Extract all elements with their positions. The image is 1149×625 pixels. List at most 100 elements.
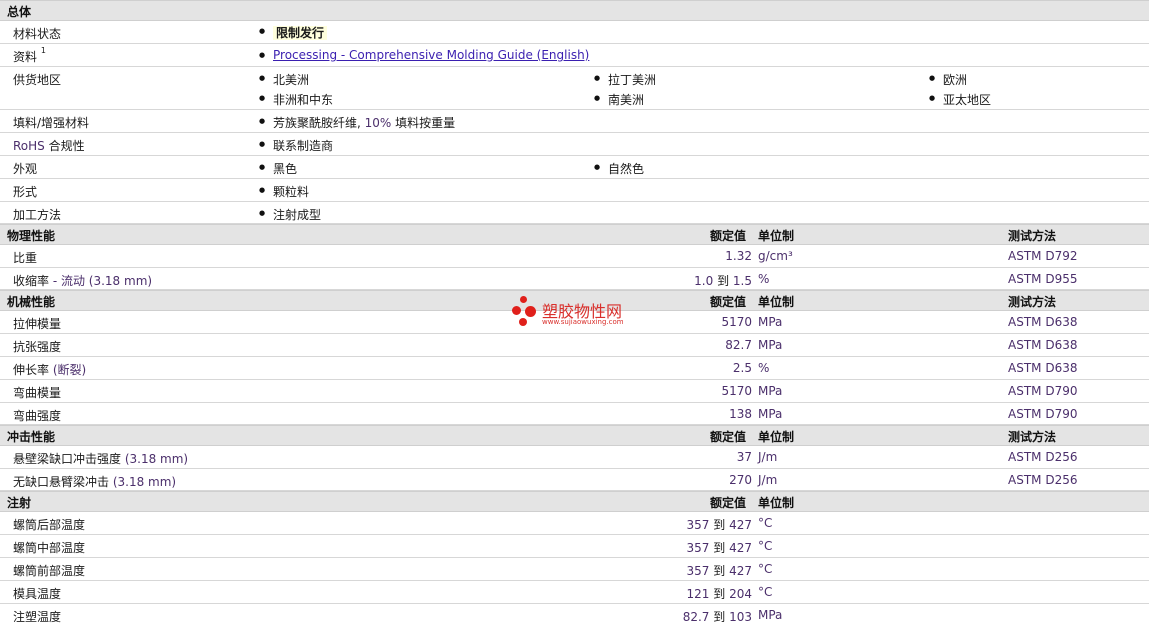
header-method: 测试方法 — [1008, 229, 1057, 243]
appearance-item: 黑色 — [259, 160, 297, 177]
table-row: 悬壁梁缺口冲击强度 (3.18 mm) 37 J/m ASTM D256 — [0, 446, 1149, 469]
header-method: 测试方法 — [1008, 295, 1057, 309]
row-unit: % — [758, 361, 770, 375]
row-unit: °C — [758, 585, 773, 599]
row-unit: J/m — [758, 473, 778, 487]
row-method: ASTM D790 — [1008, 407, 1078, 421]
row-method: ASTM D955 — [1008, 272, 1078, 286]
header-nominal: 额定值 — [710, 430, 747, 444]
logo-dot — [525, 306, 536, 317]
region-item: 欧洲 — [929, 71, 967, 88]
row-value: 82.7 到 103 — [682, 610, 752, 624]
region-item: 亚太地区 — [929, 91, 991, 108]
table-row: 抗张强度 82.7 MPa ASTM D638 — [0, 334, 1149, 357]
region-item: 拉丁美洲 — [594, 71, 656, 88]
literature-item: Processing - Comprehensive Molding Guide… — [259, 48, 589, 62]
section-title: 总体 — [7, 5, 32, 19]
row-label: 弯曲模量 — [13, 386, 62, 400]
row-label: 弯曲强度 — [13, 409, 62, 423]
row-unit: % — [758, 272, 770, 286]
row-method: ASTM D256 — [1008, 473, 1078, 487]
region-item: 北美洲 — [259, 71, 309, 88]
section-physical: 物理性能 额定值 单位制 测试方法 — [0, 224, 1149, 245]
logo-dot — [520, 296, 527, 303]
table-row: 伸长率 (断裂) 2.5 % ASTM D638 — [0, 357, 1149, 380]
appearance-item: 自然色 — [594, 160, 644, 177]
row-unit: °C — [758, 516, 773, 530]
table-row: 螺筒前部温度 357 到 427 °C — [0, 558, 1149, 581]
row-unit: J/m — [758, 450, 778, 464]
row-label: 模具温度 — [13, 587, 62, 601]
row-unit: MPa — [758, 608, 783, 622]
row-value: 82.7 — [725, 338, 752, 352]
row-label: 填料/增强材料 — [13, 116, 90, 130]
row-label: 螺筒前部温度 — [13, 564, 86, 578]
molding-guide-link[interactable]: Processing - Comprehensive Molding Guide… — [273, 48, 589, 62]
row-filler: 填料/增强材料 芳族聚酰胺纤维, 10% 填料按重量 — [0, 110, 1149, 133]
form-value: 颗粒料 — [259, 183, 309, 200]
region-item: 南美洲 — [594, 91, 644, 108]
row-method: ASTM D638 — [1008, 338, 1078, 352]
row-method: ASTM D638 — [1008, 315, 1078, 329]
row-value: 1.0 到 1.5 — [694, 274, 752, 288]
row-regions: 供货地区 北美洲 拉丁美洲 欧洲 非洲和中东 南美洲 亚太地区 — [0, 67, 1149, 110]
section-title: 机械性能 — [7, 295, 56, 309]
row-value: 138 — [729, 407, 752, 421]
table-row: 螺筒后部温度 357 到 427 °C — [0, 512, 1149, 535]
row-label: 无缺口悬臂梁冲击 (3.18 mm) — [13, 475, 177, 489]
rohs-value: 联系制造商 — [259, 137, 333, 154]
header-unit: 单位制 — [758, 496, 795, 510]
row-method: ASTM D790 — [1008, 384, 1078, 398]
row-unit: MPa — [758, 338, 783, 352]
row-value: 5170 — [721, 384, 752, 398]
row-label: 比重 — [13, 251, 38, 265]
row-unit: MPa — [758, 407, 783, 421]
row-method: ASTM D792 — [1008, 249, 1078, 263]
row-value: 5170 — [721, 315, 752, 329]
watermark-url: www.sujiaowuxing.com — [542, 318, 624, 326]
row-unit: MPa — [758, 315, 783, 329]
row-value: 2.5 — [732, 361, 752, 375]
row-unit: MPa — [758, 384, 783, 398]
row-material-status: 材料状态 限制发行 — [0, 21, 1149, 44]
row-label: 资料 1 — [13, 46, 46, 64]
header-unit: 单位制 — [758, 295, 795, 309]
row-value: 37 — [736, 450, 752, 464]
row-unit: °C — [758, 562, 773, 576]
table-row: 无缺口悬臂梁冲击 (3.18 mm) 270 J/m ASTM D256 — [0, 469, 1149, 491]
row-method: ASTM D638 — [1008, 361, 1078, 375]
row-label: 抗张强度 — [13, 340, 62, 354]
row-label: 悬壁梁缺口冲击强度 (3.18 mm) — [13, 452, 189, 466]
row-method: ASTM D256 — [1008, 450, 1078, 464]
table-row: 螺筒中部温度 357 到 427 °C — [0, 535, 1149, 558]
row-label: 加工方法 — [13, 208, 62, 222]
table-row: 注塑温度 82.7 到 103 MPa — [0, 604, 1149, 624]
row-unit: °C — [758, 539, 773, 553]
header-unit: 单位制 — [758, 430, 795, 444]
header-nominal: 额定值 — [710, 229, 747, 243]
watermark: 塑胶物性网 www.sujiaowuxing.com — [512, 292, 652, 332]
section-title: 物理性能 — [7, 229, 56, 243]
header-nominal: 额定值 — [710, 496, 747, 510]
row-label: 收缩率 - 流动 (3.18 mm) — [13, 274, 153, 288]
section-impact: 冲击性能 额定值 单位制 测试方法 — [0, 425, 1149, 446]
row-value: 357 到 427 — [686, 564, 752, 578]
section-title: 注射 — [7, 496, 32, 510]
row-label: 供货地区 — [13, 73, 62, 87]
row-appearance: 外观 黑色 自然色 — [0, 156, 1149, 179]
row-value: 1.32 — [725, 249, 752, 263]
row-value: 121 到 204 — [686, 587, 752, 601]
table-row: 收缩率 - 流动 (3.18 mm) 1.0 到 1.5 % ASTM D955 — [0, 268, 1149, 290]
header-nominal: 额定值 — [710, 295, 747, 309]
logo-dot — [512, 306, 521, 315]
row-label: 材料状态 — [13, 27, 62, 41]
row-label: 外观 — [13, 162, 38, 176]
table-row: 模具温度 121 到 204 °C — [0, 581, 1149, 604]
table-row: 弯曲模量 5170 MPa ASTM D790 — [0, 380, 1149, 403]
row-literature: 资料 1 Processing - Comprehensive Molding … — [0, 44, 1149, 67]
table-row: 弯曲强度 138 MPa ASTM D790 — [0, 403, 1149, 425]
row-label: 注塑温度 — [13, 610, 62, 624]
row-value: 357 到 427 — [686, 518, 752, 532]
row-value: 270 — [729, 473, 752, 487]
row-label: 螺筒中部温度 — [13, 541, 86, 555]
